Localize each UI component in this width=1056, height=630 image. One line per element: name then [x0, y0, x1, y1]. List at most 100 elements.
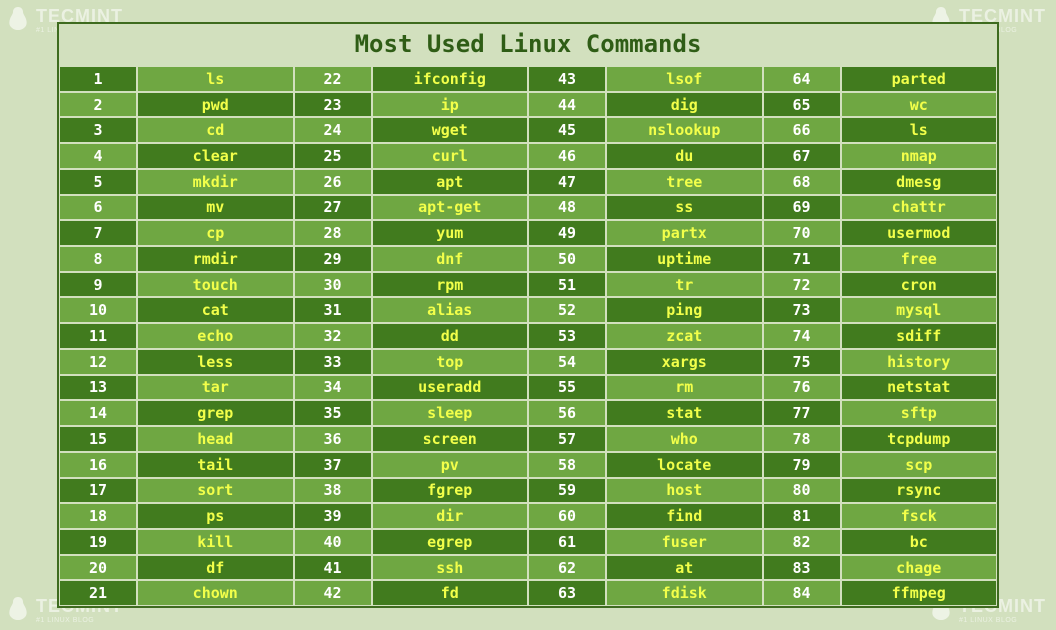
- rank-cell: 71: [763, 246, 841, 272]
- command-cell: uptime: [606, 246, 763, 272]
- rank-cell: 27: [294, 195, 372, 221]
- command-cell: locate: [606, 452, 763, 478]
- table-row: 81fsck: [763, 503, 998, 529]
- table-row: 47tree: [528, 169, 763, 195]
- rank-cell: 50: [528, 246, 606, 272]
- command-cell: dig: [606, 92, 763, 118]
- table-row: 75history: [763, 349, 998, 375]
- table-row: 66ls: [763, 117, 998, 143]
- table-row: 30rpm: [294, 272, 529, 298]
- table-row: 33top: [294, 349, 529, 375]
- command-cell: apt: [372, 169, 529, 195]
- table-row: 34useradd: [294, 375, 529, 401]
- table-row: 70usermod: [763, 220, 998, 246]
- rank-cell: 16: [59, 452, 137, 478]
- rank-cell: 46: [528, 143, 606, 169]
- table-row: 40egrep: [294, 529, 529, 555]
- command-cell: du: [606, 143, 763, 169]
- command-cell: ssh: [372, 555, 529, 581]
- command-cell: tcpdump: [841, 426, 998, 452]
- rank-cell: 11: [59, 323, 137, 349]
- rank-cell: 76: [763, 375, 841, 401]
- rank-cell: 26: [294, 169, 372, 195]
- rank-cell: 23: [294, 92, 372, 118]
- table-row: 45nslookup: [528, 117, 763, 143]
- command-cell: yum: [372, 220, 529, 246]
- command-cell: ls: [137, 66, 294, 92]
- rank-cell: 45: [528, 117, 606, 143]
- table-row: 27apt-get: [294, 195, 529, 221]
- rank-cell: 5: [59, 169, 137, 195]
- rank-cell: 19: [59, 529, 137, 555]
- rank-cell: 77: [763, 400, 841, 426]
- command-cell: dir: [372, 503, 529, 529]
- rank-cell: 57: [528, 426, 606, 452]
- command-cell: sleep: [372, 400, 529, 426]
- command-cell: screen: [372, 426, 529, 452]
- table-row: 59host: [528, 478, 763, 504]
- command-cell: free: [841, 246, 998, 272]
- rank-cell: 1: [59, 66, 137, 92]
- table-row: 32dd: [294, 323, 529, 349]
- rank-cell: 52: [528, 297, 606, 323]
- rank-cell: 17: [59, 478, 137, 504]
- command-cell: less: [137, 349, 294, 375]
- command-cell: curl: [372, 143, 529, 169]
- table-row: 8rmdir: [59, 246, 294, 272]
- command-cell: at: [606, 555, 763, 581]
- rank-cell: 24: [294, 117, 372, 143]
- rank-cell: 84: [763, 580, 841, 606]
- rank-cell: 66: [763, 117, 841, 143]
- command-cell: cp: [137, 220, 294, 246]
- rank-cell: 81: [763, 503, 841, 529]
- command-cell: sort: [137, 478, 294, 504]
- table-row: 63fdisk: [528, 580, 763, 606]
- command-cell: chage: [841, 555, 998, 581]
- table-row: 14grep: [59, 400, 294, 426]
- command-cell: rm: [606, 375, 763, 401]
- rank-cell: 53: [528, 323, 606, 349]
- rank-cell: 4: [59, 143, 137, 169]
- table-row: 20df: [59, 555, 294, 581]
- table-row: 84ffmpeg: [763, 580, 998, 606]
- command-cell: ss: [606, 195, 763, 221]
- command-cell: wc: [841, 92, 998, 118]
- table-row: 3cd: [59, 117, 294, 143]
- rank-cell: 10: [59, 297, 137, 323]
- command-cell: ifconfig: [372, 66, 529, 92]
- table-row: 61fuser: [528, 529, 763, 555]
- rank-cell: 55: [528, 375, 606, 401]
- table-row: 69chattr: [763, 195, 998, 221]
- command-cell: fsck: [841, 503, 998, 529]
- command-cell: ping: [606, 297, 763, 323]
- rank-cell: 70: [763, 220, 841, 246]
- rank-cell: 15: [59, 426, 137, 452]
- table-row: 83chage: [763, 555, 998, 581]
- table-row: 54xargs: [528, 349, 763, 375]
- table-row: 67nmap: [763, 143, 998, 169]
- table-row: 12less: [59, 349, 294, 375]
- table-row: 43lsof: [528, 66, 763, 92]
- table-row: 15head: [59, 426, 294, 452]
- table-row: 17sort: [59, 478, 294, 504]
- rank-cell: 3: [59, 117, 137, 143]
- rank-cell: 40: [294, 529, 372, 555]
- rank-cell: 82: [763, 529, 841, 555]
- rank-cell: 42: [294, 580, 372, 606]
- rank-cell: 35: [294, 400, 372, 426]
- rank-cell: 8: [59, 246, 137, 272]
- commands-column: 64parted65wc66ls67nmap68dmesg69chattr70u…: [763, 66, 998, 606]
- command-cell: top: [372, 349, 529, 375]
- rank-cell: 80: [763, 478, 841, 504]
- penguin-icon: [6, 596, 30, 624]
- rank-cell: 49: [528, 220, 606, 246]
- rank-cell: 41: [294, 555, 372, 581]
- commands-column: 43lsof44dig45nslookup46du47tree48ss49par…: [528, 66, 763, 606]
- rank-cell: 58: [528, 452, 606, 478]
- rank-cell: 67: [763, 143, 841, 169]
- command-cell: chattr: [841, 195, 998, 221]
- rank-cell: 31: [294, 297, 372, 323]
- table-row: 79scp: [763, 452, 998, 478]
- rank-cell: 9: [59, 272, 137, 298]
- table-row: 16tail: [59, 452, 294, 478]
